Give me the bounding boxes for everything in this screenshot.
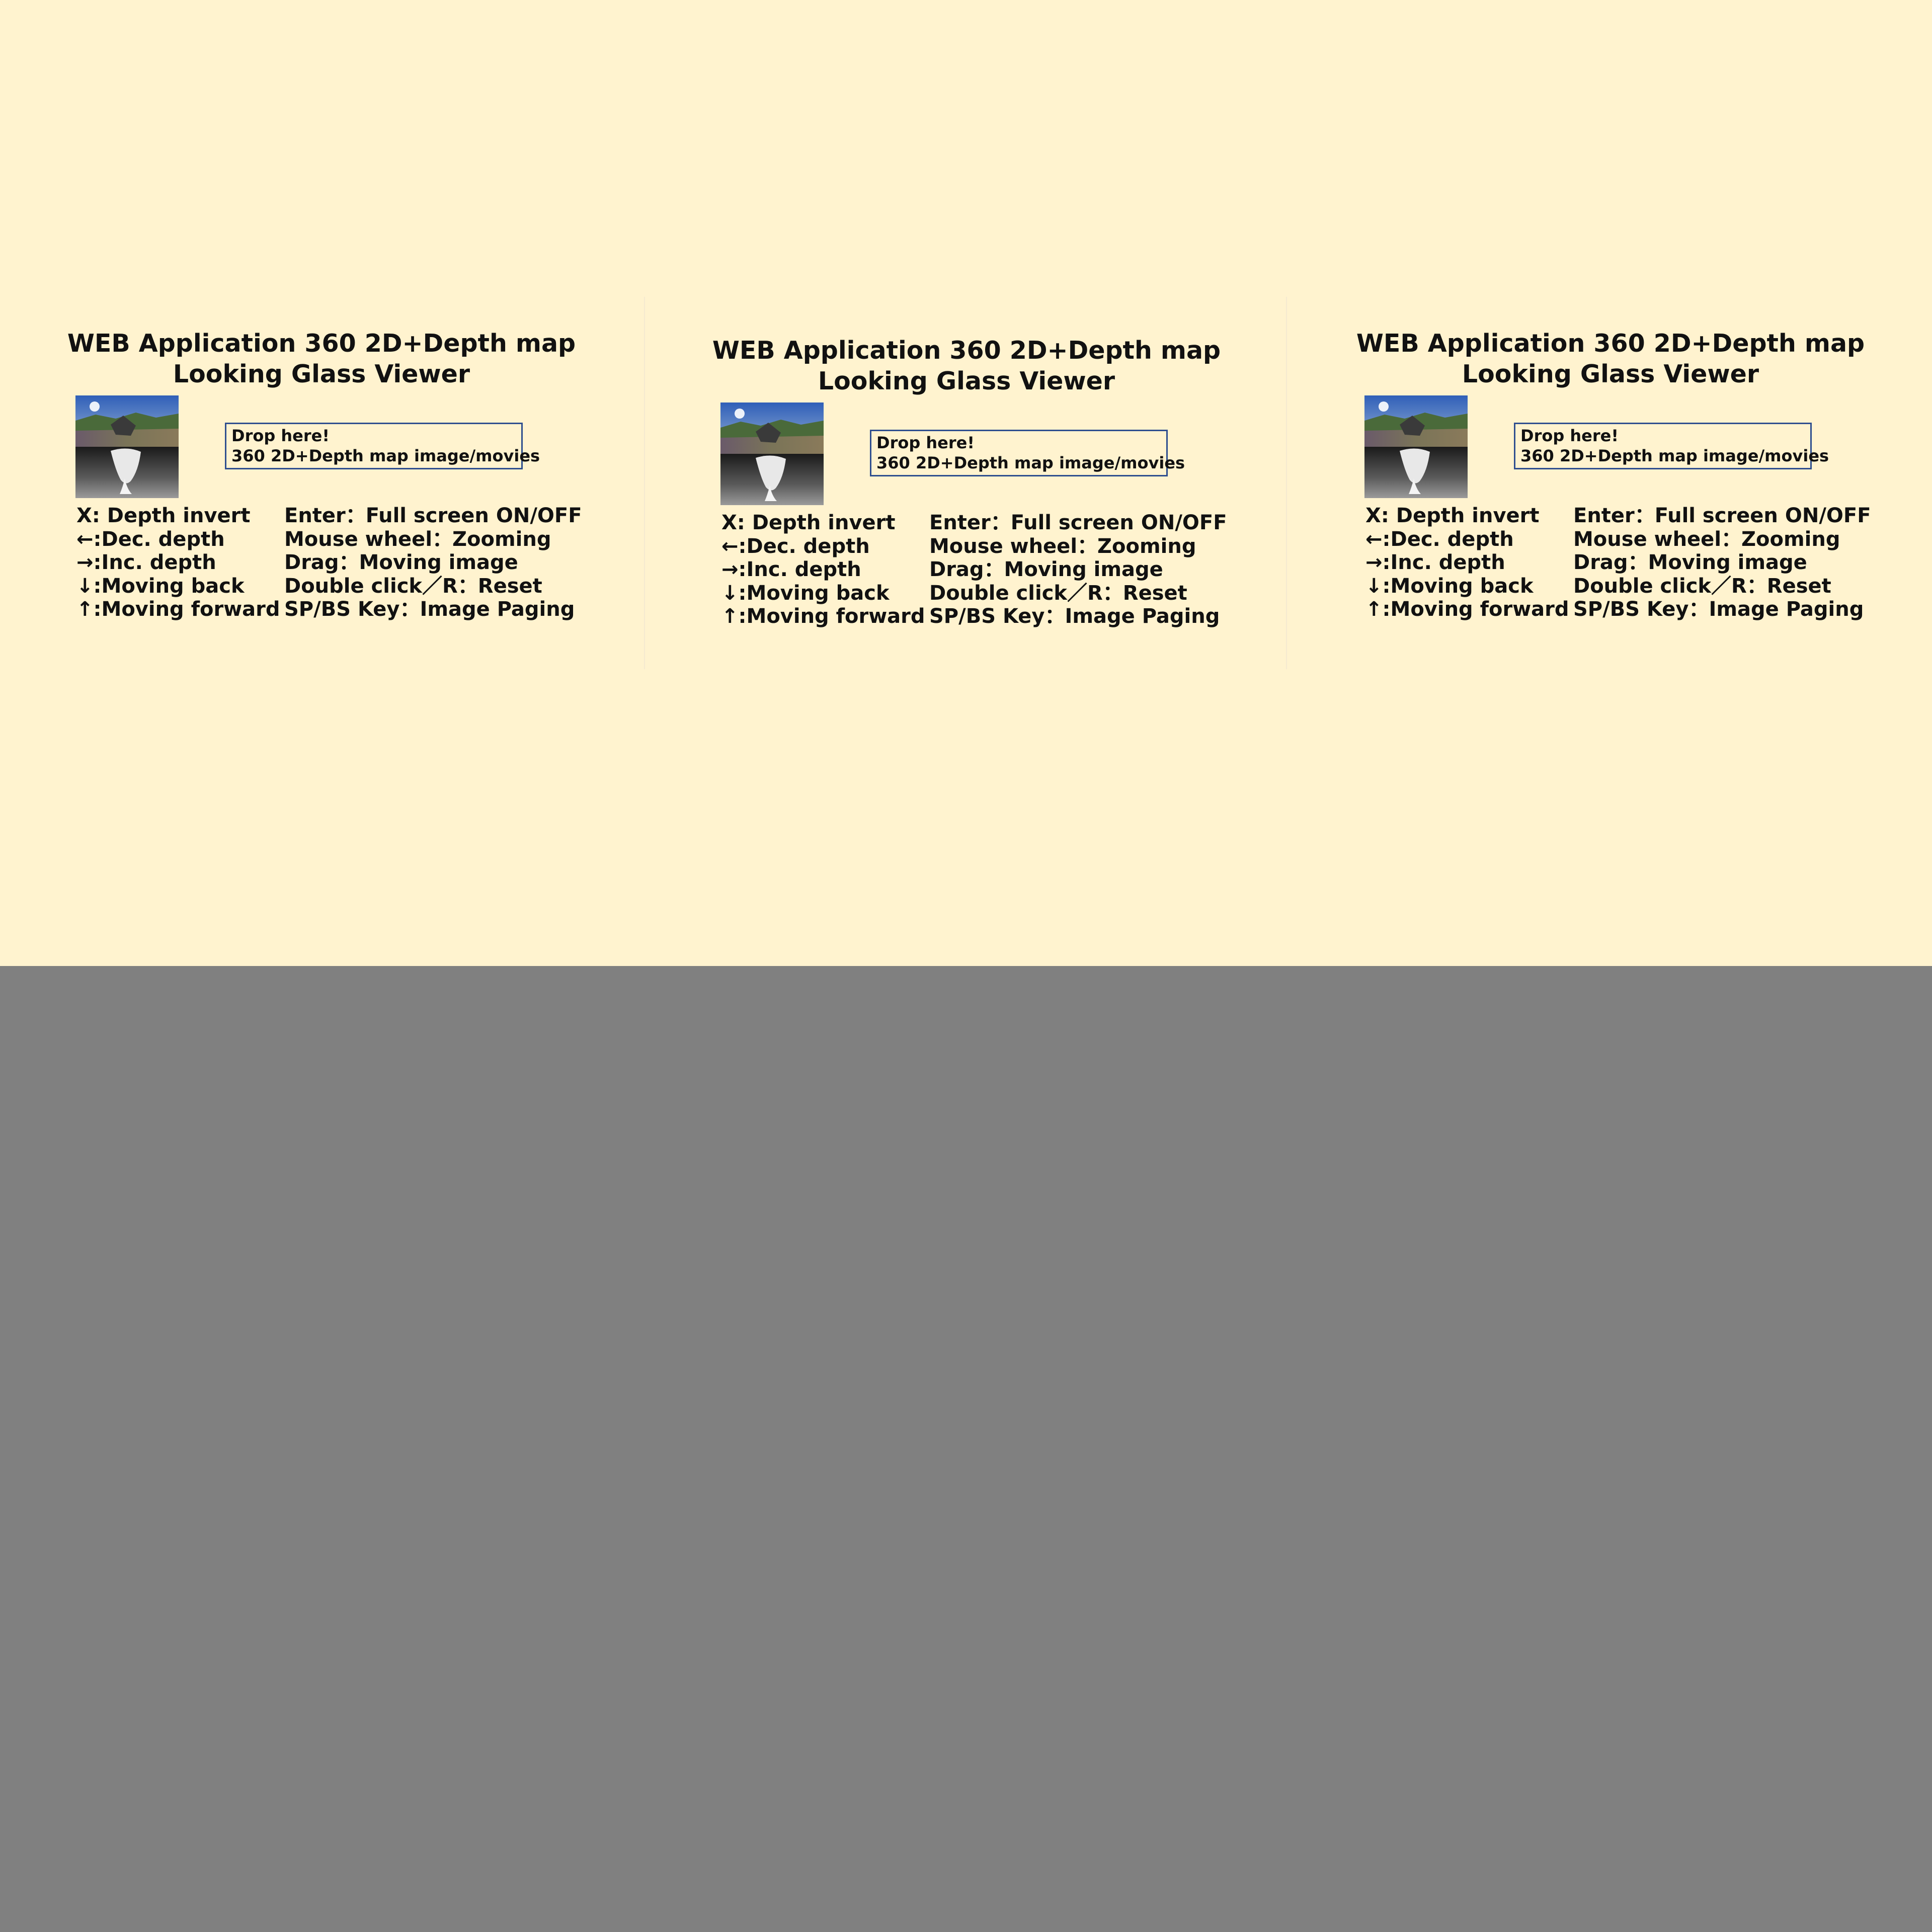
app-title: WEB Application 360 2D+Depth map Looking… bbox=[0, 328, 643, 389]
key-help-right: Enter：Full screen ON/OFF Mouse wheel：Zoo… bbox=[929, 511, 1227, 628]
help-dec-depth: ←:Dec. depth bbox=[721, 534, 870, 558]
drop-zone-title: Drop here! bbox=[231, 426, 330, 445]
help-zooming: Mouse wheel：Zooming bbox=[284, 527, 551, 551]
help-inc-depth: →:Inc. depth bbox=[1365, 551, 1505, 574]
help-moving-back: ↓:Moving back bbox=[76, 574, 245, 598]
help-depth-invert: X: Depth invert bbox=[1365, 504, 1540, 527]
panorama-depth-thumbnail bbox=[75, 395, 179, 498]
viewer-panel-middle: WEB Application 360 2D+Depth map Looking… bbox=[644, 297, 1287, 669]
drop-zone[interactable]: Drop here! 360 2D+Depth map image/movies bbox=[1514, 423, 1829, 469]
drop-zone[interactable]: Drop here! 360 2D+Depth map image/movies bbox=[225, 423, 540, 469]
help-moving-back: ↓:Moving back bbox=[721, 581, 890, 605]
drop-zone-title: Drop here! bbox=[876, 433, 975, 452]
help-inc-depth: →:Inc. depth bbox=[76, 551, 216, 574]
drop-zone-subtitle: 360 2D+Depth map image/movies bbox=[876, 453, 1185, 472]
key-help-left: X: Depth invert ←:Dec. depth →:Inc. dept… bbox=[1365, 504, 1569, 621]
help-moving-forward: ↑:Moving forward bbox=[1365, 598, 1569, 621]
help-dec-depth: ←:Dec. depth bbox=[76, 527, 225, 551]
app-title: WEB Application 360 2D+Depth map Looking… bbox=[1289, 328, 1932, 389]
app-title-line-1: WEB Application 360 2D+Depth map bbox=[67, 329, 576, 358]
help-reset: Double click／R：Reset bbox=[284, 574, 542, 598]
key-help-left: X: Depth invert ←:Dec. depth →:Inc. dept… bbox=[721, 511, 925, 628]
drop-zone-subtitle: 360 2D+Depth map image/movies bbox=[1520, 446, 1829, 465]
help-moving-back: ↓:Moving back bbox=[1365, 574, 1534, 598]
help-full-screen: Enter：Full screen ON/OFF bbox=[929, 511, 1227, 534]
app-area: WEB Application 360 2D+Depth map Looking… bbox=[0, 0, 1932, 966]
app-title: WEB Application 360 2D+Depth map Looking… bbox=[645, 335, 1288, 396]
panorama-depth-thumbnail bbox=[1364, 395, 1468, 498]
app-title-line-2: Looking Glass Viewer bbox=[173, 360, 470, 388]
help-reset: Double click／R：Reset bbox=[1573, 574, 1831, 598]
lower-blank-area bbox=[0, 966, 1932, 1932]
help-moving-image: Drag：Moving image bbox=[929, 558, 1163, 581]
help-image-paging: SP/BS Key：Image Paging bbox=[929, 605, 1220, 628]
help-moving-image: Drag：Moving image bbox=[1573, 551, 1807, 574]
viewer-panel-right: WEB Application 360 2D+Depth map Looking… bbox=[1289, 297, 1932, 669]
help-zooming: Mouse wheel：Zooming bbox=[1573, 527, 1840, 551]
help-image-paging: SP/BS Key：Image Paging bbox=[284, 598, 575, 621]
help-full-screen: Enter：Full screen ON/OFF bbox=[284, 504, 582, 527]
app-title-line-2: Looking Glass Viewer bbox=[1462, 360, 1759, 388]
key-help-right: Enter：Full screen ON/OFF Mouse wheel：Zoo… bbox=[284, 504, 582, 621]
help-inc-depth: →:Inc. depth bbox=[721, 558, 861, 581]
help-moving-image: Drag：Moving image bbox=[284, 551, 518, 574]
panorama-depth-thumbnail bbox=[720, 403, 824, 505]
help-depth-invert: X: Depth invert bbox=[76, 504, 251, 527]
help-image-paging: SP/BS Key：Image Paging bbox=[1573, 598, 1864, 621]
app-title-line-1: WEB Application 360 2D+Depth map bbox=[1356, 329, 1865, 358]
key-help-left: X: Depth invert ←:Dec. depth →:Inc. dept… bbox=[76, 504, 280, 621]
help-full-screen: Enter：Full screen ON/OFF bbox=[1573, 504, 1871, 527]
help-zooming: Mouse wheel：Zooming bbox=[929, 534, 1196, 558]
help-dec-depth: ←:Dec. depth bbox=[1365, 527, 1514, 551]
help-depth-invert: X: Depth invert bbox=[721, 511, 896, 534]
app-title-line-1: WEB Application 360 2D+Depth map bbox=[712, 336, 1221, 365]
help-moving-forward: ↑:Moving forward bbox=[76, 598, 280, 621]
help-reset: Double click／R：Reset bbox=[929, 581, 1187, 605]
app-title-line-2: Looking Glass Viewer bbox=[818, 367, 1115, 395]
drop-zone[interactable]: Drop here! 360 2D+Depth map image/movies bbox=[870, 430, 1185, 476]
drop-zone-title: Drop here! bbox=[1520, 426, 1619, 445]
viewer-panel-left: WEB Application 360 2D+Depth map Looking… bbox=[0, 297, 643, 669]
drop-zone-subtitle: 360 2D+Depth map image/movies bbox=[231, 446, 540, 465]
key-help-right: Enter：Full screen ON/OFF Mouse wheel：Zoo… bbox=[1573, 504, 1871, 621]
help-moving-forward: ↑:Moving forward bbox=[721, 605, 925, 628]
